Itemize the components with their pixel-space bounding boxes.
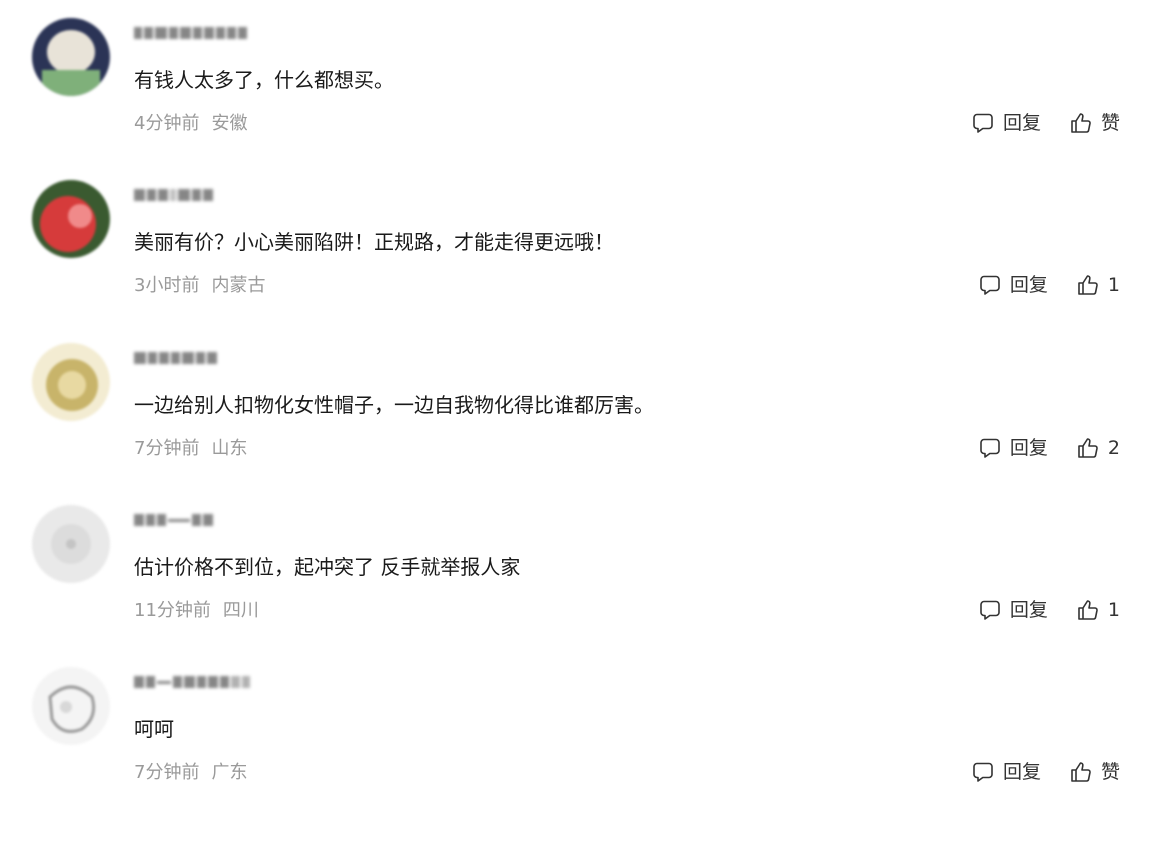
comment-item: 美丽有价？小心美丽陷阱！正规路，才能走得更远哦！ 3小时前 内蒙古 回复 1 xyxy=(0,162,1176,312)
comment-bubble-icon xyxy=(973,113,993,133)
comment-item: 有钱人太多了，什么都想买。 4分钟前 安徽 回复 赞 xyxy=(0,0,1176,150)
like-count: 1 xyxy=(1107,274,1120,296)
comment-time: 11分钟前 xyxy=(134,600,211,621)
like-count: 2 xyxy=(1107,437,1120,459)
thumbs-up-icon xyxy=(1071,113,1091,133)
comment-meta: 7分钟前 山东 xyxy=(134,437,247,461)
comment-actions: 回复 1 xyxy=(978,597,1120,623)
avatar-flower-highlight xyxy=(68,204,92,228)
avatar[interactable] xyxy=(32,180,110,258)
comment-time: 4分钟前 xyxy=(134,113,200,134)
comment-time: 3小时前 xyxy=(134,275,200,296)
avatar[interactable] xyxy=(32,18,110,96)
like-label: 赞 xyxy=(1100,761,1120,783)
comment-location: 安徽 xyxy=(211,113,248,134)
comment-list: 有钱人太多了，什么都想买。 4分钟前 安徽 回复 赞 美丽有价？小心美丽陷阱！正… xyxy=(0,0,1176,850)
username-blurred[interactable] xyxy=(134,511,213,529)
avatar[interactable] xyxy=(32,343,110,421)
avatar-coin-center xyxy=(58,371,86,399)
comment-actions: 回复 1 xyxy=(978,272,1120,298)
thumbs-up-icon xyxy=(1071,762,1091,782)
comment-actions: 回复 赞 xyxy=(971,759,1120,785)
comment-text: 美丽有价？小心美丽陷阱！正规路，才能走得更远哦！ xyxy=(134,230,614,254)
reply-button[interactable]: 回复 xyxy=(978,435,1048,461)
comment-text: 呵呵 xyxy=(134,717,174,741)
like-count: 1 xyxy=(1107,599,1120,621)
comment-actions: 回复 赞 xyxy=(971,110,1120,136)
username-blurred[interactable] xyxy=(134,349,217,367)
comment-location: 内蒙古 xyxy=(211,275,266,296)
reply-button[interactable]: 回复 xyxy=(978,597,1048,623)
avatar-face xyxy=(47,30,95,74)
comment-item: 一边给别人扣物化女性帽子，一边自我物化得比谁都厉害。 7分钟前 山东 回复 2 xyxy=(0,325,1176,475)
thumbs-up-icon xyxy=(1078,600,1098,620)
thumbs-up-icon xyxy=(1078,275,1098,295)
reply-label: 回复 xyxy=(1009,274,1048,296)
comment-text: 估计价格不到位，起冲突了 反手就举报人家 xyxy=(134,555,521,579)
comment-meta: 4分钟前 安徽 xyxy=(134,112,247,136)
like-label: 赞 xyxy=(1100,112,1120,134)
comment-bubble-icon xyxy=(980,275,1000,295)
reply-label: 回复 xyxy=(1009,599,1048,621)
comment-meta: 11分钟前 四川 xyxy=(134,599,259,623)
reply-label: 回复 xyxy=(1002,761,1041,783)
username-blurred[interactable] xyxy=(134,24,247,42)
comment-meta: 3小时前 内蒙古 xyxy=(134,274,265,298)
comment-bubble-icon xyxy=(980,438,1000,458)
comment-bubble-icon xyxy=(980,600,1000,620)
avatar-dot xyxy=(66,539,76,549)
thumbs-up-icon xyxy=(1078,438,1098,458)
avatar-shirt xyxy=(42,70,100,96)
comment-bubble-icon xyxy=(973,762,993,782)
username-blurred[interactable] xyxy=(134,186,213,204)
comment-location: 四川 xyxy=(222,600,259,621)
avatar[interactable] xyxy=(32,505,110,583)
like-button[interactable]: 2 xyxy=(1076,435,1120,461)
comment-text: 一边给别人扣物化女性帽子，一边自我物化得比谁都厉害。 xyxy=(134,393,654,417)
comment-time: 7分钟前 xyxy=(134,762,200,783)
comment-actions: 回复 2 xyxy=(978,435,1120,461)
like-button[interactable]: 赞 xyxy=(1069,110,1120,136)
reply-button[interactable]: 回复 xyxy=(971,759,1041,785)
comment-text: 有钱人太多了，什么都想买。 xyxy=(134,68,394,92)
comment-location: 广东 xyxy=(211,762,248,783)
reply-label: 回复 xyxy=(1009,437,1048,459)
like-button[interactable]: 赞 xyxy=(1069,759,1120,785)
reply-label: 回复 xyxy=(1002,112,1041,134)
like-button[interactable]: 1 xyxy=(1076,272,1120,298)
comment-location: 山东 xyxy=(211,438,248,459)
comment-item: 估计价格不到位，起冲突了 反手就举报人家 11分钟前 四川 回复 1 xyxy=(0,487,1176,637)
comment-meta: 7分钟前 广东 xyxy=(134,761,247,785)
avatar-sketch-dot xyxy=(60,701,72,713)
reply-button[interactable]: 回复 xyxy=(978,272,1048,298)
like-button[interactable]: 1 xyxy=(1076,597,1120,623)
reply-button[interactable]: 回复 xyxy=(971,110,1041,136)
avatar[interactable] xyxy=(32,667,110,745)
comment-item: 呵呵 7分钟前 广东 回复 赞 xyxy=(0,649,1176,799)
username-blurred[interactable] xyxy=(134,673,250,691)
comment-time: 7分钟前 xyxy=(134,438,200,459)
